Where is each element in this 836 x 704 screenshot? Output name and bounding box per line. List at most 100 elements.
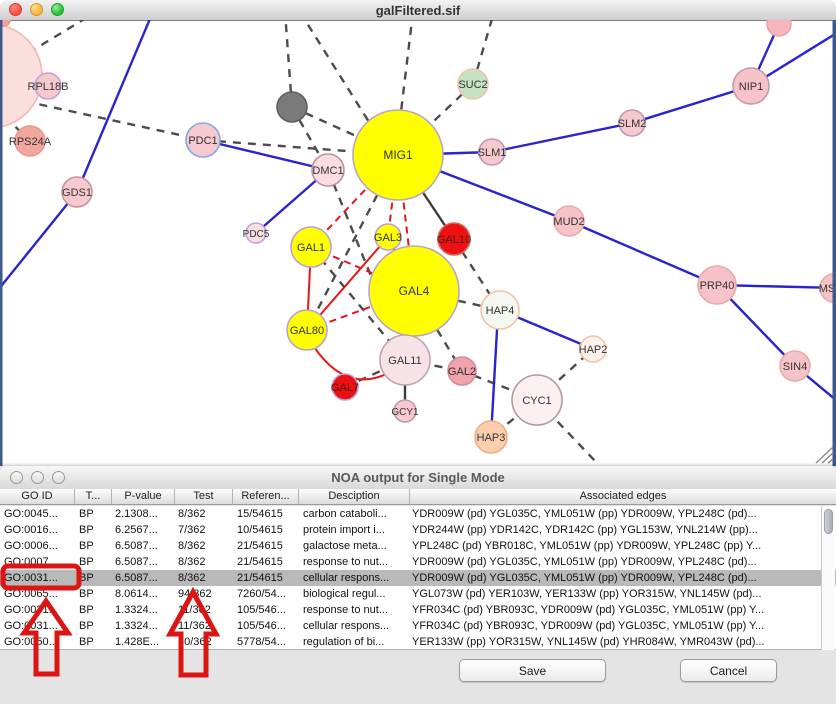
node-label-GAL3: GAL3 [374,232,402,244]
inactive-zoom-icon[interactable] [52,471,65,484]
table-row[interactable]: GO:0031...BP6.5087...8/36221/54615cellul… [0,570,836,586]
noa-window-title: NOA output for Single Mode [331,470,505,485]
column-header-1[interactable]: T... [75,489,112,504]
network-window-titlebar[interactable]: galFiltered.sif [0,0,836,21]
window-frame-left [0,20,3,466]
table-row[interactable]: GO:0007...BP6.5087...8/36221/54615respon… [0,554,836,570]
cell-description: protein import i... [299,522,410,538]
table-row[interactable]: GO:0006...BP6.5087...8/36221/54615galact… [0,538,836,554]
node-label-GAL1: GAL1 [297,242,325,254]
node-label-SUC2: SUC2 [458,79,487,91]
cell-test: 8/362 [175,554,233,570]
noa-window: NOA output for Single Mode GO IDT...P-va… [0,466,836,704]
cell-go_id: GO:0016... [0,522,75,538]
column-header-0[interactable]: GO ID [0,489,75,504]
inactive-close-icon[interactable] [10,471,23,484]
cell-description: regulation of bi... [299,634,410,650]
cell-associated: YDR009W (pd) YGL035C, YML051W (pp) YDR00… [410,506,836,522]
cell-type: BP [75,618,112,634]
cell-reference: 5778/54... [233,634,299,650]
cell-type: BP [75,554,112,570]
scrollbar-thumb[interactable] [824,509,833,534]
cell-type: BP [75,634,112,650]
cell-reference: 7260/54... [233,586,299,602]
table-body[interactable]: GO:0045...BP2.1308...8/36215/54615carbon… [0,506,836,650]
cell-go_id: GO:0007... [0,554,75,570]
column-header-5[interactable]: Desciption [299,489,410,504]
node-label-HAP3: HAP3 [477,432,506,444]
node-big-pale[interactable] [0,24,42,128]
zoom-icon[interactable] [51,3,64,16]
node-pink-top[interactable] [767,20,791,36]
network-canvas[interactable]: RPL18BRPS24AGDS1PDC1DMC1MIG1SUC2SLM1SLM2… [0,20,836,466]
cell-description: galactose meta... [299,538,410,554]
cell-type: BP [75,538,112,554]
node-label-GAL11: GAL11 [388,355,421,367]
node-label-SIN4: SIN4 [783,361,807,373]
table-row[interactable]: GO:0016...BP6.2567...7/36210/54615protei… [0,522,836,538]
cell-p_value: 1.428E... [112,634,175,650]
node-dark-node[interactable] [277,92,307,122]
cell-associated: YDR009W (pd) YGL035C, YML051W (pp) YDR00… [410,554,836,570]
cell-p_value: 6.5087... [112,570,175,586]
cell-go_id: GO:0045... [0,506,75,522]
cell-associated: YFR034C (pd) YBR093C, YDR009W (pd) YGL03… [410,602,836,618]
cell-p_value: 1.3324... [112,602,175,618]
cell-p_value: 2.1308... [112,506,175,522]
edge-blue [0,192,77,290]
cell-test: 11/362 [175,602,233,618]
close-icon[interactable] [9,3,22,16]
cell-test: 8/362 [175,506,233,522]
cell-reference: 21/54615 [233,570,299,586]
node-label-HAP2: HAP2 [579,344,608,356]
cell-reference: 15/54615 [233,506,299,522]
cell-description: biological regul... [299,586,410,602]
table-row[interactable]: GO:0045...BP2.1308...8/36215/54615carbon… [0,506,836,522]
table-row[interactable]: GO:0065...BP8.0614...94/3627260/54...bio… [0,586,836,602]
column-header-6[interactable]: Associated edges [410,489,836,504]
cell-reference: 105/546... [233,602,299,618]
column-header-3[interactable]: Test [175,489,233,504]
node-label-NIP1: NIP1 [739,81,763,93]
cell-p_value: 6.2567... [112,522,175,538]
vertical-scrollbar[interactable] [821,506,835,650]
cell-reference: 21/54615 [233,538,299,554]
cell-associated: YFR034C (pd) YBR093C, YDR009W (pd) YGL03… [410,618,836,634]
cancel-button[interactable]: Cancel [680,659,777,682]
table-row[interactable]: GO:0031...BP1.3324...11/362105/546...res… [0,602,836,618]
cell-test: 8/362 [175,538,233,554]
node-label-CYC1: CYC1 [522,395,551,407]
inactive-minimize-icon[interactable] [31,471,44,484]
column-header-2[interactable]: P-value [112,489,175,504]
node-label-GAL7: GAL7 [331,382,359,394]
node-label-RPL18B: RPL18B [28,81,69,93]
edge-dash [400,20,413,120]
node-label-GDS1: GDS1 [62,187,92,199]
cell-type: BP [75,570,112,586]
edge-blue [492,123,632,152]
cell-test: 94/362 [175,586,233,602]
cell-type: BP [75,522,112,538]
cell-go_id: GO:0065... [0,586,75,602]
column-header-4[interactable]: Referen... [233,489,299,504]
save-button[interactable]: Save [459,659,606,682]
cell-description: cellular respons... [299,618,410,634]
network-window-title: galFiltered.sif [376,3,461,18]
table-header[interactable]: GO IDT...P-valueTestReferen...Desciption… [0,489,836,505]
node-label-GAL80: GAL80 [290,325,324,337]
cell-go_id: GO:0050... [0,634,75,650]
cell-test: 8/362 [175,570,233,586]
table-row[interactable]: GO:0031...BP1.3324...11/362105/546...cel… [0,618,836,634]
cell-test: 11/362 [175,618,233,634]
table-row[interactable]: GO:0050...BP1.428E...80/3625778/54...reg… [0,634,836,650]
cell-associated: YDR009W (pd) YGL035C, YML051W (pp) YDR00… [410,570,836,586]
edge-dash [300,20,374,130]
node-label-MIG1: MIG1 [383,148,413,162]
node-label-PDC1: PDC1 [188,135,217,147]
node-label-GAL2: GAL2 [448,366,476,378]
node-label-GAL10: GAL10 [437,234,471,246]
noa-window-titlebar[interactable]: NOA output for Single Mode [0,466,836,490]
node-label-PRP40: PRP40 [700,280,735,292]
edge-blue [77,20,152,192]
minimize-icon[interactable] [30,3,43,16]
